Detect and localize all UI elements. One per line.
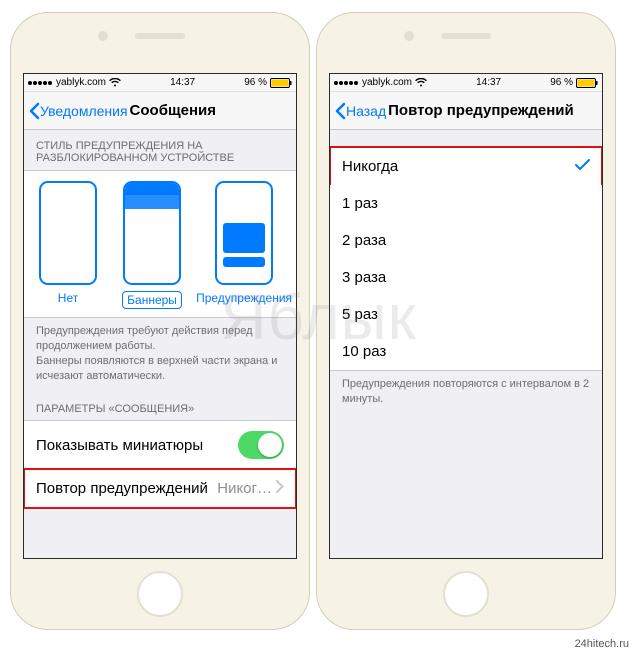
style-alerts-thumb: [215, 181, 273, 285]
repeat-alerts-label: Повтор предупреждений: [36, 480, 217, 497]
phone-right: yablyk.com 14:37 96 %: [316, 12, 616, 630]
repeat-footer: Предупреждения повторяются с интервалом …: [330, 371, 602, 417]
style-banners-label: Баннеры: [122, 291, 182, 309]
home-button[interactable]: [137, 571, 183, 617]
show-previews-toggle[interactable]: [238, 431, 284, 459]
page-title: Повтор предупреждений: [388, 102, 574, 119]
attribution-text: 24hitech.ru: [575, 638, 629, 650]
signal-dots-icon: [334, 77, 359, 88]
option-label: 2 раза: [342, 232, 590, 249]
clock-text: 14:37: [170, 77, 195, 88]
carrier-text: yablyk.com: [56, 77, 106, 88]
params-header: ПАРАМЕТРЫ «СООБЩЕНИЯ»: [24, 393, 296, 421]
alert-style-footer: Предупреждения требуют действия перед пр…: [24, 318, 296, 393]
option-1[interactable]: 1 раз: [330, 185, 602, 223]
back-button[interactable]: Назад: [334, 102, 386, 120]
option-label: 1 раз: [342, 195, 590, 212]
option-5[interactable]: 5 раз: [330, 296, 602, 334]
checkmark-icon: [575, 158, 590, 175]
battery-percent-text: 96 %: [244, 77, 267, 88]
wifi-icon: [415, 78, 427, 87]
back-label: Уведомления: [40, 103, 128, 119]
screen-left: yablyk.com 14:37 96 %: [23, 73, 297, 559]
chevron-right-icon: [276, 480, 284, 497]
clock-text: 14:37: [476, 77, 501, 88]
nav-bar: Уведомления Сообщения: [24, 92, 296, 130]
phone-camera: [98, 31, 108, 41]
chevron-left-icon: [334, 102, 346, 120]
option-label: 3 раза: [342, 269, 590, 286]
battery-percent-text: 96 %: [550, 77, 573, 88]
repeat-alerts-row[interactable]: Повтор предупреждений Никог…: [24, 469, 296, 508]
option-label: 5 раз: [342, 306, 590, 323]
status-bar: yablyk.com 14:37 96 %: [24, 74, 296, 92]
option-2[interactable]: 2 раза: [330, 222, 602, 260]
style-none[interactable]: Нет: [28, 181, 108, 309]
chevron-left-icon: [28, 102, 40, 120]
style-none-thumb: [39, 181, 97, 285]
option-label: Никогда: [342, 158, 575, 175]
signal-dots-icon: [28, 77, 53, 88]
phone-camera: [404, 31, 414, 41]
battery-icon: [270, 78, 292, 88]
show-previews-row[interactable]: Показывать миниатюры: [24, 420, 296, 470]
status-bar: yablyk.com 14:37 96 %: [330, 74, 602, 92]
style-alerts[interactable]: Предупреждения: [196, 181, 292, 309]
option-10[interactable]: 10 раз: [330, 333, 602, 371]
screen-right: yablyk.com 14:37 96 %: [329, 73, 603, 559]
battery-icon: [576, 78, 598, 88]
style-alerts-label: Предупреждения: [196, 291, 292, 305]
home-button[interactable]: [443, 571, 489, 617]
style-banners-thumb: [123, 181, 181, 285]
wifi-icon: [109, 78, 121, 87]
alert-style-picker: Нет Баннеры Предупреждения: [24, 170, 296, 318]
phone-left: yablyk.com 14:37 96 %: [10, 12, 310, 630]
show-previews-label: Показывать миниатюры: [36, 437, 238, 454]
option-label: 10 раз: [342, 343, 590, 360]
carrier-text: yablyk.com: [362, 77, 412, 88]
nav-bar: Назад Повтор предупреждений: [330, 92, 602, 130]
alert-style-header: СТИЛЬ ПРЕДУПРЕЖДЕНИЯ НА РАЗБЛОКИРОВАННОМ…: [24, 130, 296, 170]
style-banners[interactable]: Баннеры: [112, 181, 192, 309]
back-label: Назад: [346, 103, 386, 119]
back-button[interactable]: Уведомления: [28, 102, 128, 120]
option-never[interactable]: Никогда: [330, 147, 602, 186]
option-3[interactable]: 3 раза: [330, 259, 602, 297]
style-none-label: Нет: [28, 291, 108, 305]
page-title: Сообщения: [130, 102, 216, 119]
repeat-alerts-value: Никог…: [217, 480, 272, 497]
